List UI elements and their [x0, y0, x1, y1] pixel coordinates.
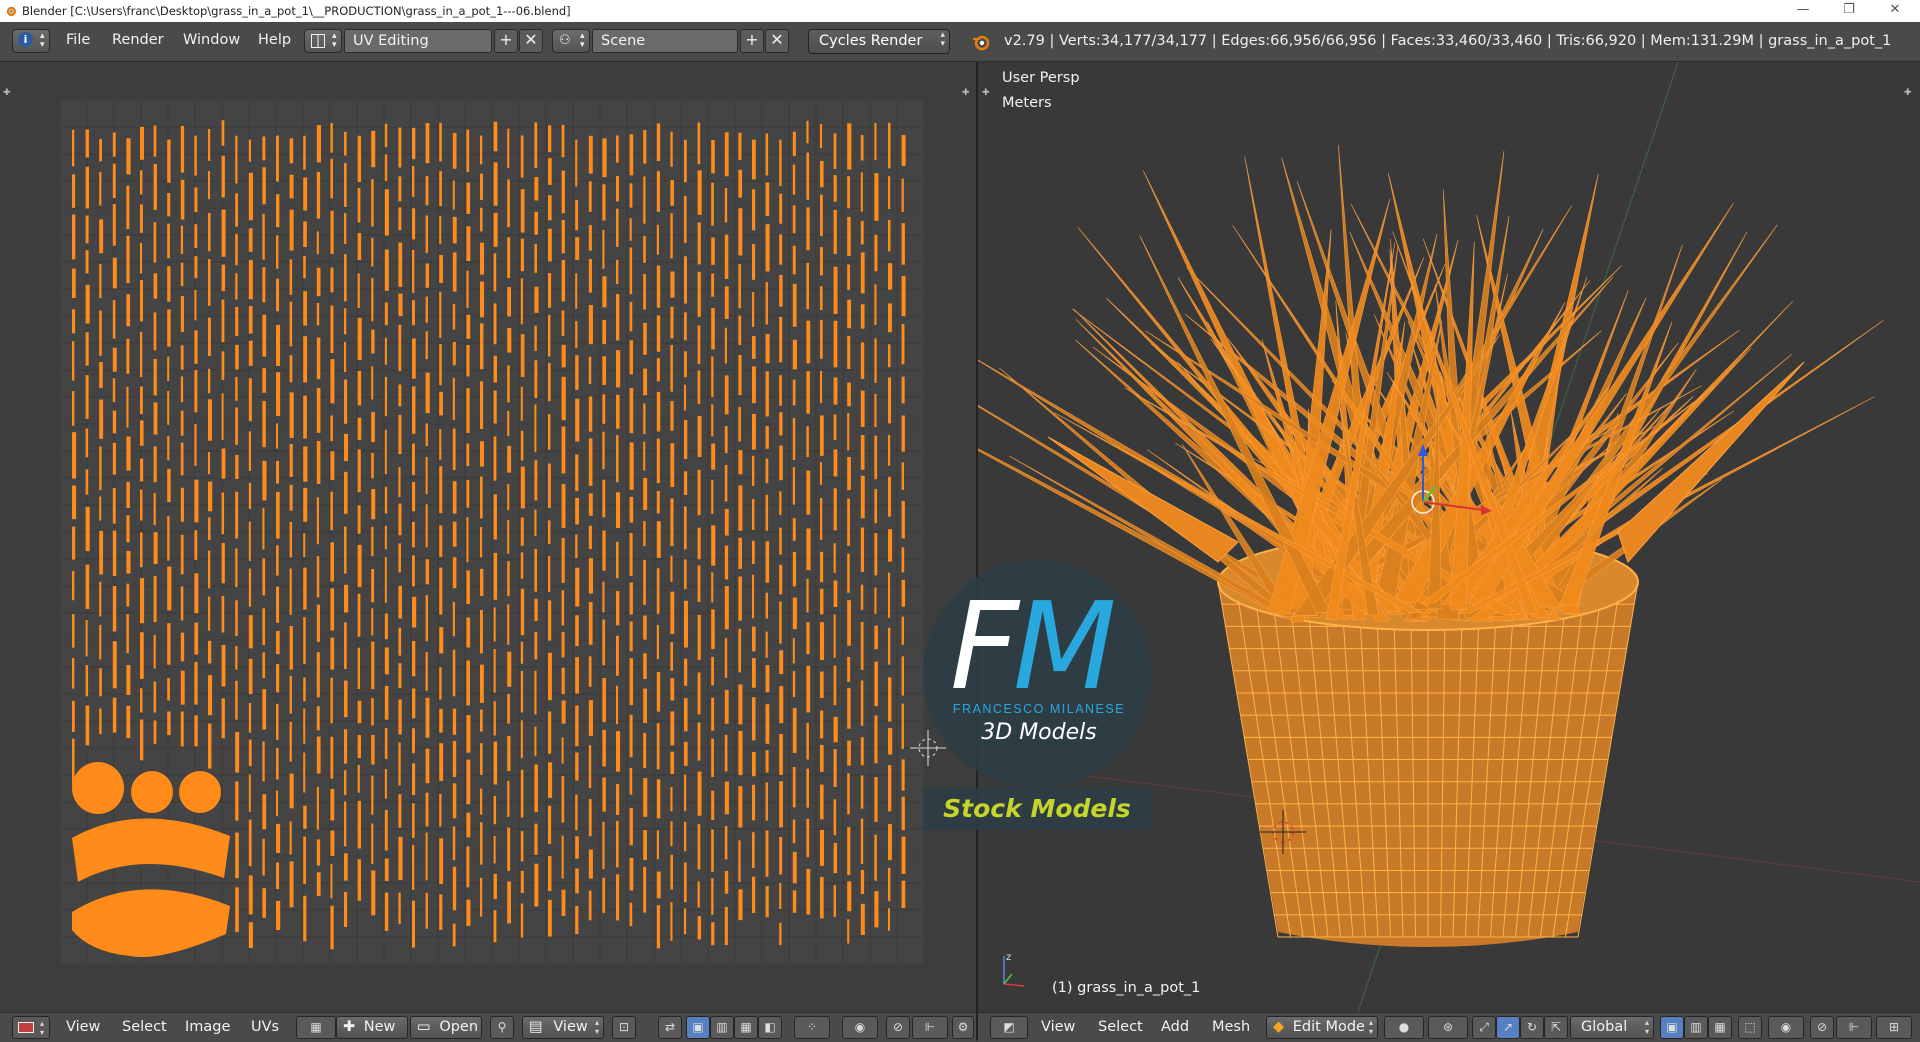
limit-selection-icon[interactable]: ⬚ [1738, 1016, 1762, 1039]
uv-menu-uvs[interactable]: UVs [251, 1019, 279, 1035]
menu-window[interactable]: Window [183, 32, 240, 48]
watermark-subtitle: 3D Models [981, 720, 1097, 745]
scene-icon: ⚇ [559, 33, 571, 48]
viewport-shading-dropdown[interactable]: ● [1384, 1016, 1424, 1039]
uv-menu-select[interactable]: Select [122, 1019, 167, 1035]
window-titlebar: Blender [C:\Users\franc\Desktop\grass_in… [0, 0, 1920, 22]
editor-type-image-button[interactable]: ▴ ▾ [12, 1016, 50, 1039]
screen-layout-field[interactable]: UV Editing [344, 29, 492, 53]
axis-gizmo-icon: z [1003, 952, 1025, 987]
watermark-logo-letters: FM [950, 578, 1117, 717]
edge-select-icon[interactable]: ▥ [710, 1016, 734, 1039]
watermark-banner: Stock Models [923, 788, 1151, 830]
view-mode-icon: ▤ [529, 1019, 543, 1035]
render-engine-label: Cycles Render [819, 33, 923, 49]
mesh-layer [978, 62, 1920, 1012]
image-browse-icon: ▦ [310, 1020, 322, 1034]
info-icon: i [18, 32, 33, 47]
scene-statistics: v2.79 | Verts:34,177/34,177 | Edges:66,9… [1004, 33, 1892, 49]
face-select-icon[interactable]: ▦ [734, 1016, 758, 1039]
vertex-select-mode-icon[interactable]: ▣ [1660, 1016, 1684, 1039]
manipulator-toggle-icon[interactable]: ⤢ [1472, 1016, 1496, 1039]
minimize-button[interactable]: — [1780, 0, 1826, 22]
snap-toggle-icon[interactable]: ⊘ [886, 1016, 910, 1039]
uv-settings-icon[interactable]: ⚙ [952, 1016, 974, 1039]
scale-manipulator-icon[interactable]: ⇱ [1544, 1016, 1568, 1039]
transform-orientation-dropdown[interactable]: Global ▴ ▾ [1570, 1016, 1654, 1039]
open-image-button[interactable]: ▭ Open [410, 1016, 482, 1039]
uv-menu-image[interactable]: Image [185, 1019, 230, 1035]
image-editor-icon [18, 1022, 34, 1033]
add-screen-button[interactable]: + [494, 29, 518, 53]
proportional-edit-dropdown[interactable]: ◉ [842, 1016, 878, 1039]
uv-view-mode-dropdown[interactable]: ▤ View ▴ ▾ [522, 1016, 604, 1039]
properties-toggle-icon[interactable]: ✚ [1904, 88, 1912, 98]
cube-icon: ◩ [1003, 1020, 1015, 1034]
close-button[interactable]: ✕ [1872, 0, 1918, 22]
screen-layout-icon-button[interactable]: ▴ ▾ [304, 29, 342, 53]
new-image-button[interactable]: ✚ New [336, 1016, 408, 1039]
3d-menu-select[interactable]: Select [1098, 1019, 1143, 1035]
menu-render[interactable]: Render [112, 32, 164, 48]
scene-field[interactable]: Scene [592, 29, 738, 53]
image-browse-button[interactable]: ▦ [296, 1016, 336, 1039]
uv-image-editor[interactable]: ✚ ✚ [0, 62, 976, 1012]
uv-canvas[interactable] [59, 99, 925, 965]
face-select-mode-icon[interactable]: ▦ [1708, 1016, 1732, 1039]
uv-tools-toggle-icon[interactable]: ✚ [3, 88, 11, 98]
uv-properties-toggle-icon[interactable]: ✚ [962, 88, 970, 98]
island-select-icon[interactable]: ◧ [758, 1016, 782, 1039]
3d-menu-mesh[interactable]: Mesh [1212, 1019, 1250, 1035]
snap-mode-dropdown[interactable]: ⊩ [912, 1016, 948, 1039]
sticky-selection-dropdown[interactable]: ⁘ [794, 1016, 830, 1039]
view-name-label: User Persp [1002, 70, 1080, 86]
menu-file[interactable]: File [66, 32, 90, 48]
snap-element-dropdown[interactable]: ⊩ [1836, 1016, 1872, 1039]
info-header: i ▴ ▾ File Render Window Help ▴ ▾ UV Editi… [0, 22, 1920, 62]
add-scene-button[interactable]: + [740, 29, 764, 53]
proportional-editing-dropdown[interactable]: ◉ [1768, 1016, 1804, 1039]
editor-type-info-button[interactable]: i ▴ ▾ [12, 29, 50, 53]
translate-manipulator-icon[interactable]: ↗ [1496, 1016, 1520, 1039]
menu-help[interactable]: Help [258, 32, 291, 48]
units-label: Meters [1002, 95, 1052, 111]
pivot-point-dropdown[interactable]: ⊛ [1428, 1016, 1468, 1039]
3d-menu-view[interactable]: View [1041, 1019, 1075, 1035]
3d-view-header: ◩ View Select Add Mesh ◆ Edit Mode ▴ ▾ ● … [978, 1012, 1920, 1042]
remove-screen-button[interactable]: ✕ [519, 29, 543, 53]
restore-button[interactable]: ❐ [1826, 0, 1872, 22]
edit-mode-icon: ◆ [1273, 1019, 1285, 1035]
watermark-author-name: FRANCESCO MILANESE [952, 702, 1126, 716]
uv-editor-header: ▴ ▾ View Select Image UVs ▦ ✚ New ▭ Open … [0, 1012, 976, 1042]
folder-icon: ▭ [417, 1019, 431, 1035]
edge-select-mode-icon[interactable]: ▥ [1684, 1016, 1708, 1039]
pivot-icon[interactable]: ⊡ [612, 1016, 636, 1039]
remove-scene-button[interactable]: ✕ [765, 29, 789, 53]
3d-viewport[interactable]: User Persp Meters (1) grass_in_a_pot_1 ✚… [978, 62, 1920, 1012]
tool-shelf-toggle-icon[interactable]: ✚ [982, 88, 990, 98]
blender-icon [973, 35, 990, 51]
window-title: Blender [C:\Users\franc\Desktop\grass_in… [22, 4, 571, 18]
active-object-label: (1) grass_in_a_pot_1 [1052, 980, 1201, 996]
svg-text:z: z [1006, 952, 1011, 963]
uv-menu-view[interactable]: View [66, 1019, 100, 1035]
interaction-mode-dropdown[interactable]: ◆ Edit Mode ▴ ▾ [1266, 1016, 1378, 1039]
render-engine-dropdown[interactable]: Cycles Render ▴ ▾ [808, 29, 950, 54]
more-tools-icon[interactable]: ⊞ [1876, 1016, 1912, 1039]
rotate-manipulator-icon[interactable]: ↻ [1520, 1016, 1544, 1039]
sync-selection-icon[interactable]: ⇄ [658, 1016, 682, 1039]
scene-icon-button[interactable]: ⚇ ▴ ▾ [552, 29, 590, 53]
editor-type-3d-button[interactable]: ◩ [990, 1016, 1028, 1039]
blender-logo-icon [6, 6, 17, 17]
vertex-select-icon[interactable]: ▣ [686, 1016, 710, 1039]
layout-grid-icon [311, 34, 325, 48]
plus-icon: ✚ [343, 1019, 356, 1035]
3d-menu-add[interactable]: Add [1161, 1019, 1189, 1035]
uv-islands-layer [59, 99, 925, 965]
snap-icon[interactable]: ⊘ [1810, 1016, 1834, 1039]
pin-image-icon[interactable]: ⚲ [490, 1016, 514, 1039]
